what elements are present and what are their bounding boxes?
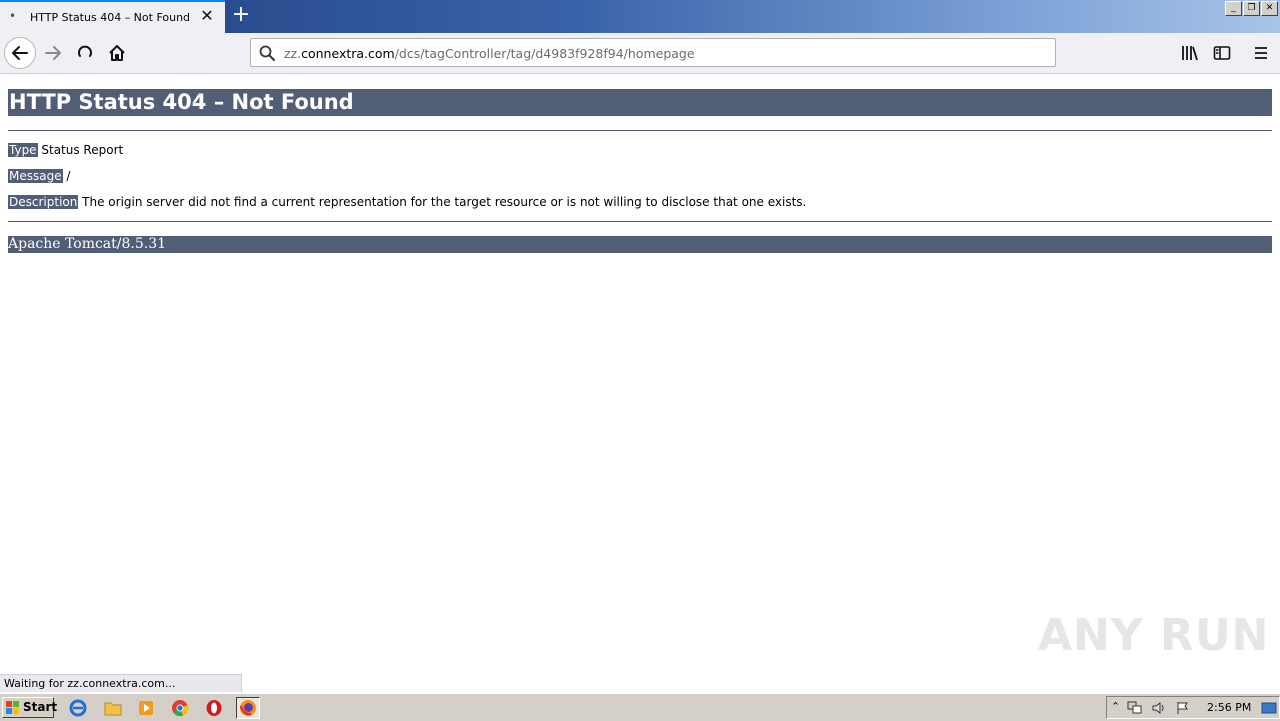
url-text[interactable]: zz.connextra.com/dcs/tagController/tag/d…	[284, 46, 695, 61]
nav-bar: zz.connextra.com/dcs/tagController/tag/d…	[0, 33, 1280, 74]
tab-loading-icon: •	[9, 9, 17, 23]
tab-title: HTTP Status 404 – Not Found	[30, 11, 191, 24]
menu-button[interactable]	[1245, 37, 1277, 69]
start-button[interactable]: Start	[2, 697, 58, 718]
action-center-flag-icon[interactable]	[1175, 701, 1191, 715]
search-icon	[259, 45, 275, 61]
back-button[interactable]	[4, 37, 36, 69]
volume-icon[interactable]	[1151, 701, 1167, 715]
status-bar: Waiting for zz.connextra.com...	[0, 674, 242, 692]
message-value: /	[62, 169, 71, 183]
restore-button[interactable]: ❐	[1243, 1, 1260, 16]
clock[interactable]: 2:56 PM	[1207, 701, 1251, 714]
taskbar-explorer[interactable]	[101, 697, 125, 719]
show-desktop-icon[interactable]	[1261, 701, 1277, 715]
taskbar-chrome[interactable]	[168, 697, 192, 719]
message-label: Message	[8, 169, 63, 183]
taskbar-firefox[interactable]	[236, 697, 260, 719]
message-row: Message /	[8, 169, 70, 183]
type-value: Status Report	[37, 143, 124, 157]
internet-explorer-icon	[69, 699, 87, 717]
opera-icon	[206, 700, 222, 716]
reload-button[interactable]	[69, 37, 101, 69]
url-domain: connextra.com	[301, 46, 395, 61]
description-row: Description The origin server did not fi…	[8, 195, 806, 209]
sidebar-icon	[1213, 46, 1231, 60]
home-button[interactable]	[101, 37, 133, 69]
anyrun-watermark: ANY RUN	[1038, 610, 1270, 661]
taskbar-ie[interactable]	[66, 697, 90, 719]
tab-active[interactable]: • HTTP Status 404 – Not Found ✕	[0, 0, 225, 33]
page-heading: HTTP Status 404 – Not Found	[8, 89, 1272, 116]
taskbar: Start ⌃ 2:56 PM	[0, 693, 1280, 721]
back-arrow-icon	[12, 46, 28, 60]
folder-icon	[104, 702, 122, 716]
reload-icon	[78, 45, 92, 57]
windows-logo-icon	[6, 701, 19, 714]
page-content: HTTP Status 404 – Not Found Type Status …	[0, 74, 1280, 674]
home-icon	[109, 45, 125, 61]
close-window-button[interactable]: ✕	[1261, 1, 1278, 16]
address-bar[interactable]: zz.connextra.com/dcs/tagController/tag/d…	[250, 38, 1056, 67]
start-label: Start	[23, 700, 58, 714]
forward-arrow-icon	[45, 46, 61, 60]
system-tray: ⌃ 2:56 PM	[1106, 696, 1280, 719]
sidebar-button[interactable]	[1206, 37, 1238, 69]
taskbar-media[interactable]	[134, 697, 158, 719]
divider	[8, 221, 1272, 222]
type-label: Type	[8, 143, 38, 157]
tray-expand-icon[interactable]: ⌃	[1111, 700, 1120, 713]
type-row: Type Status Report	[8, 143, 123, 157]
tab-close-icon[interactable]: ✕	[198, 7, 216, 25]
taskbar-opera[interactable]	[202, 697, 226, 719]
firefox-icon	[239, 700, 256, 716]
url-path: /dcs/tagController/tag/d4983f928f94/home…	[394, 46, 695, 61]
network-icon[interactable]	[1127, 701, 1143, 715]
chrome-icon	[172, 700, 189, 717]
forward-button[interactable]	[37, 37, 69, 69]
library-icon	[1182, 46, 1198, 61]
library-button[interactable]	[1174, 37, 1206, 69]
window-controls: _ ❐ ✕	[1225, 1, 1278, 16]
url-prefix: zz.	[284, 46, 302, 61]
divider	[8, 130, 1272, 131]
hamburger-icon	[1255, 47, 1267, 59]
description-label: Description	[8, 195, 79, 209]
new-tab-button[interactable]: +	[231, 4, 251, 26]
tab-strip: • HTTP Status 404 – Not Found ✕ + _ ❐ ✕	[0, 0, 1280, 33]
server-footer: Apache Tomcat/8.5.31	[8, 236, 1272, 253]
description-value: The origin server did not find a current…	[78, 195, 807, 209]
minimize-button[interactable]: _	[1225, 1, 1242, 16]
media-player-icon	[139, 701, 153, 715]
